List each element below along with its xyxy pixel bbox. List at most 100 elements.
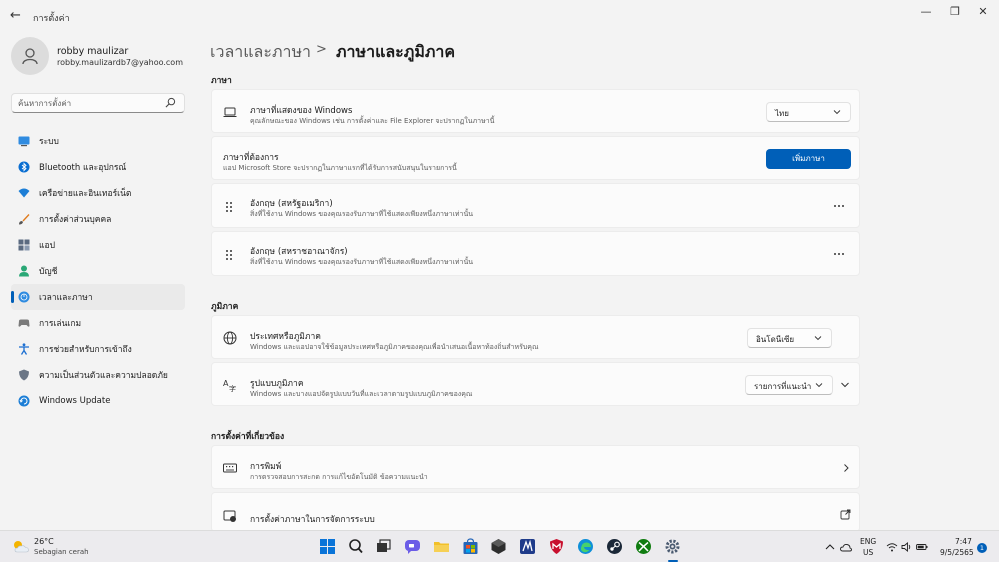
preferred-languages-card: ภาษาที่ต้องการ แอป Microsoft Store จะปรา…	[211, 136, 860, 180]
expand-chevron-icon[interactable]	[840, 380, 850, 390]
sidebar-item-label: Bluetooth และอุปกรณ์	[39, 163, 127, 173]
chevron-down-icon	[814, 336, 822, 341]
user-name: robby maulizar	[57, 46, 129, 57]
xbox-icon[interactable]	[635, 538, 652, 555]
typing-card[interactable]: การพิมพ์ การตรวจสอบการสะกด การแก้ไขอัตโน…	[211, 445, 860, 489]
sidebar-item-label: การเล่นเกม	[39, 319, 82, 329]
open-external-icon	[840, 509, 851, 520]
chevron-down-icon	[833, 110, 841, 115]
sidebar-item-network[interactable]: เครือข่ายและอินเทอร์เน็ต	[11, 180, 185, 206]
mcafee-icon[interactable]	[548, 538, 565, 555]
drag-handle-icon[interactable]	[225, 249, 233, 261]
edge-browser-icon[interactable]	[577, 538, 594, 555]
settings-search-box[interactable]	[11, 93, 185, 113]
microsoft-store-icon[interactable]	[462, 538, 479, 555]
onedrive-cloud-icon[interactable]	[840, 542, 852, 552]
minimize-icon[interactable]: —	[916, 5, 936, 19]
media-app-icon[interactable]	[519, 538, 536, 555]
system-icon	[18, 136, 30, 147]
breadcrumb-parent[interactable]: เวลาและภาษา	[210, 40, 311, 65]
display-language-dropdown[interactable]: ไทย	[766, 102, 851, 122]
maximize-icon[interactable]: ❐	[945, 5, 965, 19]
wifi-icon[interactable]	[886, 542, 898, 552]
partly-sunny-icon[interactable]	[12, 539, 30, 553]
display-language-desc: คุณลักษณะของ Windows เช่น การตั้งค่าและ …	[250, 117, 495, 125]
bluetooth-icon	[18, 161, 30, 173]
svg-text:字: 字	[229, 384, 236, 392]
sidebar-item-accessibility[interactable]: การช่วยสำหรับการเข้าถึง	[11, 336, 185, 362]
gaming-icon	[18, 319, 30, 327]
back-arrow-icon[interactable]: ←	[10, 9, 22, 23]
language-item-title: อังกฤษ (สหราชอาณาจักร)	[250, 247, 348, 257]
regional-format-desc: Windows และบางแอปจัดรูปแบบวันที่และเวลาต…	[250, 390, 473, 398]
section-title-language: ภาษา	[211, 76, 232, 86]
personalization-icon	[19, 214, 30, 225]
sidebar-item-accounts[interactable]: บัญชี	[11, 258, 185, 284]
weather-description: Sebagian cerah	[34, 548, 89, 556]
breadcrumb-separator: >	[316, 42, 327, 57]
sidebar-item-personalization[interactable]: การตั้งค่าส่วนบุคคล	[11, 206, 185, 232]
close-icon[interactable]: ✕	[973, 5, 993, 19]
avatar[interactable]	[11, 37, 49, 75]
battery-icon[interactable]	[916, 542, 928, 552]
sidebar-item-apps[interactable]: แอป	[11, 232, 185, 258]
windows-start-icon[interactable]	[319, 538, 336, 555]
search-icon[interactable]	[347, 538, 364, 555]
taskbar: 26°C Sebagian cerah ENG US 7:47 9/5/2565…	[0, 530, 999, 562]
time-language-icon	[18, 291, 30, 303]
drag-handle-icon[interactable]	[225, 201, 233, 213]
weather-temperature: 26°C	[34, 537, 54, 546]
chevron-right-icon	[844, 464, 849, 472]
notification-badge[interactable]: 1	[977, 543, 987, 553]
regional-format-dropdown[interactable]: รายการที่แนะนำ	[745, 375, 833, 395]
app-title: การตั้งค่า	[33, 14, 70, 24]
country-region-value: อินโดนีเซีย	[756, 335, 795, 344]
sidebar-item-label: ระบบ	[39, 137, 59, 147]
preferred-languages-desc: แอป Microsoft Store จะปรากฏในภาษาแรกที่ไ…	[223, 164, 457, 172]
sidebar-item-gaming[interactable]: การเล่นเกม	[11, 310, 185, 336]
sidebar-item-bluetooth[interactable]: Bluetooth และอุปกรณ์	[11, 154, 185, 180]
page-title: ภาษาและภูมิภาค	[336, 42, 456, 61]
sidebar-item-windows-update[interactable]: Windows Update	[11, 388, 185, 414]
add-language-button[interactable]: เพิ่มภาษา	[766, 149, 851, 169]
language-item-desc: สิ่งที่ใช้งาน Windows ของคุณรองรับภาษาที…	[250, 258, 474, 266]
more-options-icon[interactable]	[832, 247, 846, 261]
country-region-desc: Windows และแอปอาจใช้ข้อมูลประเทศหรือภูมิ…	[250, 343, 539, 351]
search-icon[interactable]	[165, 97, 176, 108]
country-region-dropdown[interactable]: อินโดนีเซีย	[747, 328, 832, 348]
more-options-icon[interactable]	[832, 199, 846, 213]
sidebar-item-privacy[interactable]: ความเป็นส่วนตัวและความปลอดภัย	[11, 362, 185, 388]
apps-icon	[18, 239, 30, 251]
steam-icon[interactable]	[606, 538, 623, 555]
administrative-language-card[interactable]: การตั้งค่าภาษาในการจัดการระบบ	[211, 492, 860, 532]
settings-gear-icon[interactable]	[664, 538, 681, 555]
regional-format-value: รายการที่แนะนำ	[754, 382, 812, 391]
cube-app-icon[interactable]	[490, 538, 507, 555]
clock-date[interactable]: 9/5/2565	[940, 548, 974, 557]
input-language-code[interactable]: ENG	[860, 537, 876, 546]
chat-icon[interactable]	[404, 538, 421, 555]
typing-desc: การตรวจสอบการสะกด การแก้ไขอัตโนมัติ ข้อค…	[250, 473, 428, 481]
sidebar-item-system[interactable]: ระบบ	[11, 128, 185, 154]
sidebar-item-time-language[interactable]: เวลาและภาษา	[11, 284, 185, 310]
section-title-region: ภูมิภาค	[211, 302, 239, 312]
input-language-region[interactable]: US	[863, 548, 873, 557]
regional-format-card[interactable]: A字 รูปแบบภูมิภาค Windows และบางแอปจัดรูป…	[211, 362, 860, 406]
laptop-icon	[223, 107, 237, 117]
sidebar-item-label: Windows Update	[39, 396, 111, 406]
sidebar-item-label: บัญชี	[39, 267, 58, 277]
task-view-icon[interactable]	[375, 538, 392, 555]
user-email: robby.maulizardb7@yahoo.com	[57, 58, 183, 67]
accounts-icon	[19, 265, 29, 277]
country-region-title: ประเทศหรือภูมิภาค	[250, 332, 321, 342]
clock-time[interactable]: 7:47	[955, 537, 972, 546]
search-input[interactable]	[18, 96, 168, 110]
volume-icon[interactable]	[901, 542, 913, 552]
file-explorer-icon[interactable]	[433, 538, 450, 555]
keyboard-icon	[223, 463, 237, 473]
windows-update-icon	[18, 395, 30, 407]
windows-display-language-card: ภาษาที่แสดงของ Windows คุณลักษณะของ Wind…	[211, 89, 860, 133]
user-icon	[22, 48, 38, 65]
country-region-card: ประเทศหรือภูมิภาค Windows และแอปอาจใช้ข้…	[211, 315, 860, 359]
chevron-up-icon[interactable]	[824, 542, 836, 552]
